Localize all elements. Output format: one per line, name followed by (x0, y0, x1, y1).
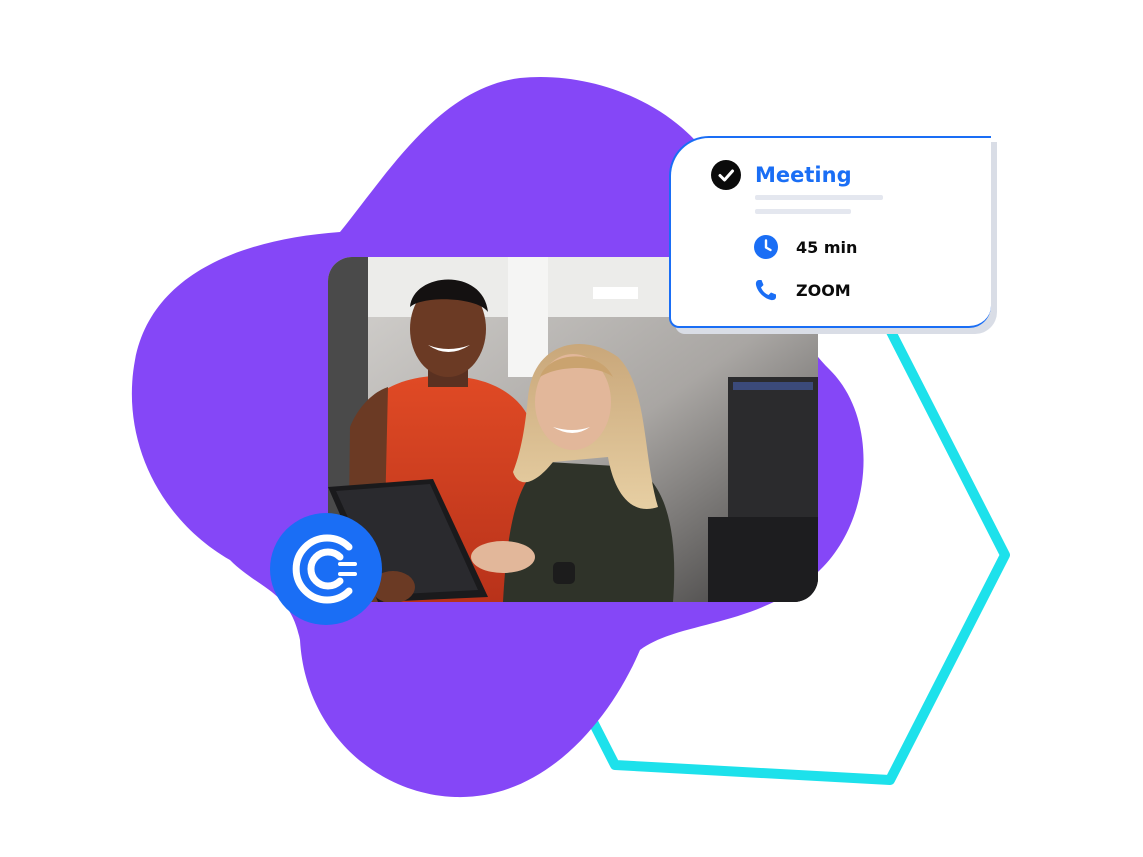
meeting-card: Meeting 45 min ZOOM (669, 136, 991, 328)
duration-label: 45 min (796, 237, 858, 257)
hero-illustration: Meeting 45 min ZOOM (0, 0, 1143, 857)
placeholder-line (755, 209, 851, 214)
location-label: ZOOM (796, 280, 851, 300)
meeting-title: Meeting (755, 163, 852, 187)
location-row: ZOOM (753, 277, 851, 303)
duration-row: 45 min (753, 234, 857, 260)
check-circle-icon (711, 160, 741, 190)
placeholder-line (755, 195, 883, 200)
calendly-logo-icon (269, 512, 383, 626)
phone-icon (753, 277, 779, 303)
clock-icon (753, 234, 779, 260)
